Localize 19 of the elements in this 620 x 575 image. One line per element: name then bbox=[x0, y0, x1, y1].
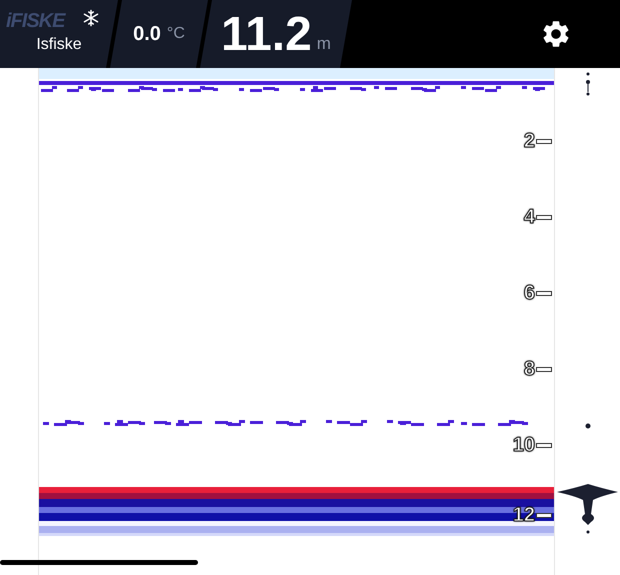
logo: iFISKE bbox=[6, 10, 64, 33]
depth-scale-label: 12 bbox=[512, 504, 535, 527]
depth-tick bbox=[536, 513, 552, 518]
depth-scale-label: 8 bbox=[524, 358, 535, 381]
temperature-value: 0.0 bbox=[133, 22, 161, 46]
depth-scale-label: 4 bbox=[524, 206, 535, 229]
depth-tick bbox=[536, 291, 552, 296]
depth-scale-label: 10 bbox=[512, 434, 535, 457]
depth-tick bbox=[536, 367, 552, 372]
snowflake-icon bbox=[82, 9, 100, 27]
mode-label: Isfiske bbox=[36, 36, 82, 54]
temperature-unit: °C bbox=[166, 25, 185, 43]
depth-value: 11.2 bbox=[221, 6, 312, 62]
depth-tick bbox=[536, 443, 552, 448]
depth-scale-label: 2 bbox=[524, 130, 535, 153]
depth-tick bbox=[536, 215, 552, 220]
depth-unit: m bbox=[316, 34, 331, 54]
depth-scale-label: 6 bbox=[524, 282, 535, 305]
depth-tick bbox=[536, 139, 552, 144]
